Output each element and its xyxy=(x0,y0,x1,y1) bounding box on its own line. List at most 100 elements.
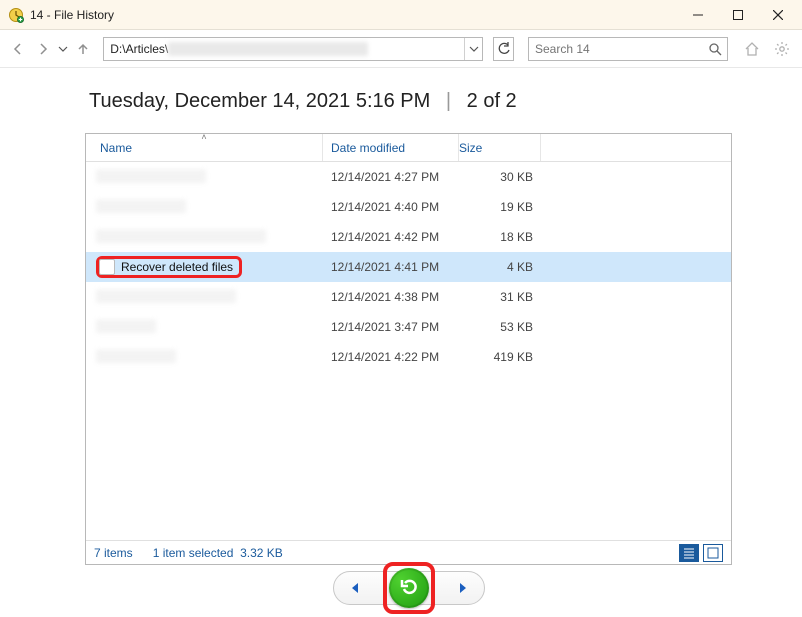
large-icons-view-icon xyxy=(707,547,719,559)
up-icon xyxy=(75,41,91,57)
details-view-icon xyxy=(683,547,695,559)
file-name-redacted xyxy=(96,169,206,183)
version-datetime: Tuesday, December 14, 2021 5:16 PM xyxy=(89,90,430,112)
search-icon xyxy=(708,42,722,56)
file-name-redacted xyxy=(96,289,236,303)
chevron-down-icon xyxy=(469,44,479,54)
file-row[interactable]: 12/14/2021 4:22 PM419 KB xyxy=(86,342,731,372)
file-name-cell: Recover deleted files xyxy=(86,256,323,278)
close-button[interactable] xyxy=(758,0,798,30)
refresh-button[interactable] xyxy=(493,37,514,61)
minimize-button[interactable] xyxy=(678,0,718,30)
file-history-window: 14 - File History D:\Articles\ xyxy=(0,0,802,617)
next-version-icon xyxy=(456,580,472,596)
titlebar: 14 - File History xyxy=(0,0,802,30)
back-icon xyxy=(10,41,26,57)
column-header-name[interactable]: ˄ Name xyxy=(86,134,323,161)
status-selection-size: 3.32 KB xyxy=(240,546,283,560)
gear-icon xyxy=(774,41,790,57)
file-date-cell: 12/14/2021 3:47 PM xyxy=(323,320,459,334)
search-input[interactable] xyxy=(529,38,703,60)
search-box[interactable] xyxy=(528,37,728,61)
recent-locations-button[interactable] xyxy=(57,44,69,54)
settings-button[interactable] xyxy=(770,37,794,61)
up-button[interactable] xyxy=(73,37,93,61)
address-path[interactable]: D:\Articles\ xyxy=(104,38,464,60)
heading-separator: | xyxy=(446,90,451,112)
file-name-redacted xyxy=(96,229,266,243)
file-name-cell xyxy=(86,199,323,216)
file-name-cell xyxy=(86,229,323,246)
file-name-redacted xyxy=(96,199,186,213)
file-size-cell: 18 KB xyxy=(459,230,541,244)
file-row[interactable]: 12/14/2021 4:38 PM31 KB xyxy=(86,282,731,312)
file-name-cell xyxy=(86,349,323,366)
file-name-cell xyxy=(86,169,323,186)
file-icon xyxy=(99,259,115,275)
column-header-date-label: Date modified xyxy=(331,141,405,155)
file-name-wrap xyxy=(96,199,186,216)
file-row[interactable]: 12/14/2021 4:40 PM19 KB xyxy=(86,192,731,222)
file-size-cell: 31 KB xyxy=(459,290,541,304)
selection-highlight: Recover deleted files xyxy=(96,256,242,278)
home-button[interactable] xyxy=(740,37,764,61)
address-path-text: D:\Articles\ xyxy=(110,38,168,60)
maximize-button[interactable] xyxy=(718,0,758,30)
status-selected-count: 1 item selected xyxy=(153,546,234,560)
file-row[interactable]: Recover deleted files12/14/2021 4:41 PM4… xyxy=(86,252,731,282)
app-icon xyxy=(8,7,24,23)
file-name-wrap xyxy=(96,349,176,366)
file-list: ˄ Name Date modified Size 12/14/2021 4:2… xyxy=(85,133,732,565)
column-header-size-label: Size xyxy=(459,141,482,155)
file-size-cell: 19 KB xyxy=(459,200,541,214)
file-date-cell: 12/14/2021 4:38 PM xyxy=(323,290,459,304)
restore-icon xyxy=(397,576,421,600)
file-name-wrap xyxy=(96,289,236,306)
column-header-size[interactable]: Size xyxy=(459,134,541,161)
file-size-cell: 30 KB xyxy=(459,170,541,184)
previous-version-button[interactable] xyxy=(344,580,364,596)
file-size-cell: 419 KB xyxy=(459,350,541,364)
file-rows: 12/14/2021 4:27 PM30 KB12/14/2021 4:40 P… xyxy=(86,162,731,540)
file-name-redacted xyxy=(96,349,176,363)
file-name-cell xyxy=(86,289,323,306)
details-view-button[interactable] xyxy=(679,544,699,562)
version-nav-pill xyxy=(333,571,485,605)
version-nav xyxy=(85,565,732,617)
search-button[interactable] xyxy=(703,38,727,60)
large-icons-view-button[interactable] xyxy=(703,544,723,562)
status-bar: 7 items 1 item selected 3.32 KB xyxy=(86,540,731,564)
file-date-cell: 12/14/2021 4:40 PM xyxy=(323,200,459,214)
column-header-date[interactable]: Date modified xyxy=(323,134,459,161)
forward-icon xyxy=(35,41,51,57)
file-name-cell xyxy=(86,319,323,336)
file-name-wrap xyxy=(96,229,266,246)
file-size-cell: 53 KB xyxy=(459,320,541,334)
sort-ascending-icon: ˄ xyxy=(201,132,206,142)
version-heading: Tuesday, December 14, 2021 5:16 PM | 2 o… xyxy=(89,90,732,113)
file-date-cell: 12/14/2021 4:41 PM xyxy=(323,260,459,274)
file-name-wrap xyxy=(96,319,156,336)
column-header-name-label: Name xyxy=(100,141,132,155)
file-date-cell: 12/14/2021 4:27 PM xyxy=(323,170,459,184)
chevron-down-icon xyxy=(58,44,68,54)
file-date-cell: 12/14/2021 4:42 PM xyxy=(323,230,459,244)
forward-button[interactable] xyxy=(32,37,52,61)
file-row[interactable]: 12/14/2021 3:47 PM53 KB xyxy=(86,312,731,342)
address-path-redacted xyxy=(168,42,368,56)
column-headers: ˄ Name Date modified Size xyxy=(86,134,731,162)
file-name-redacted xyxy=(96,319,156,333)
main-content: Tuesday, December 14, 2021 5:16 PM | 2 o… xyxy=(0,68,802,617)
restore-button[interactable] xyxy=(389,568,429,608)
file-name-label: Recover deleted files xyxy=(121,260,233,274)
home-icon xyxy=(744,41,760,57)
navigation-toolbar: D:\Articles\ xyxy=(0,30,802,68)
next-version-button[interactable] xyxy=(454,580,474,596)
back-button[interactable] xyxy=(8,37,28,61)
address-bar[interactable]: D:\Articles\ xyxy=(103,37,483,61)
file-row[interactable]: 12/14/2021 4:27 PM30 KB xyxy=(86,162,731,192)
file-date-cell: 12/14/2021 4:22 PM xyxy=(323,350,459,364)
window-title: 14 - File History xyxy=(30,8,114,22)
address-dropdown-button[interactable] xyxy=(464,38,482,60)
file-row[interactable]: 12/14/2021 4:42 PM18 KB xyxy=(86,222,731,252)
